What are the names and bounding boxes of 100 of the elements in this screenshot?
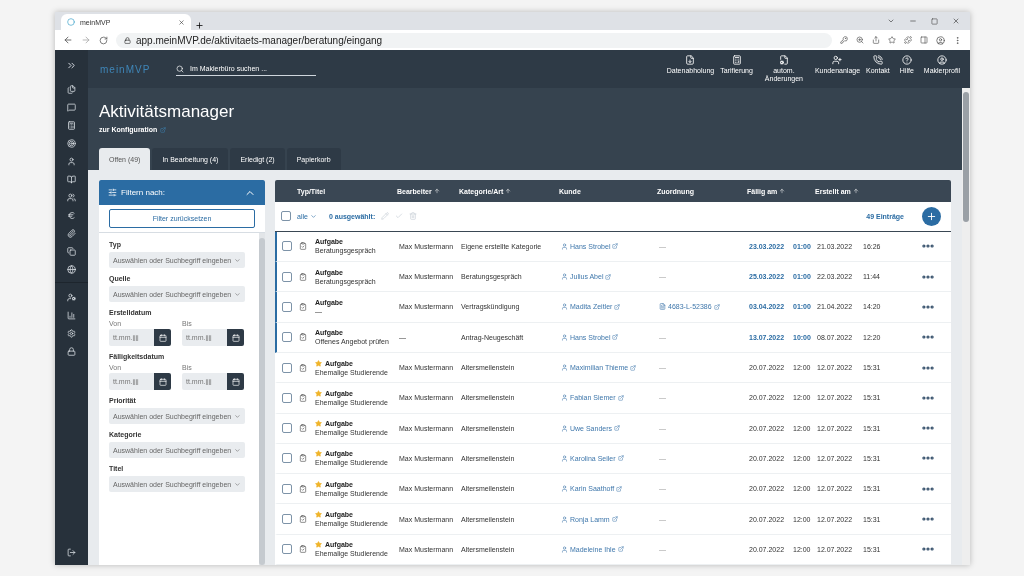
search-icon	[176, 64, 184, 73]
add-button[interactable]	[922, 206, 941, 226]
person-icon	[561, 333, 568, 341]
book-icon[interactable]	[67, 175, 76, 184]
external-link-icon	[614, 425, 621, 432]
external-link-icon	[612, 334, 619, 341]
tab-list-icon[interactable]	[887, 17, 895, 25]
key-icon[interactable]	[840, 36, 848, 44]
checkbox[interactable]	[282, 271, 292, 282]
calculator-icon	[731, 55, 742, 66]
documents-icon[interactable]	[67, 85, 76, 94]
calculator-icon[interactable]	[67, 121, 76, 130]
external-link-icon	[630, 364, 637, 371]
person-icon	[561, 303, 568, 311]
user-icon[interactable]	[67, 157, 76, 166]
person-icon	[561, 394, 568, 402]
euro-icon[interactable]	[67, 211, 76, 220]
side-panel-icon[interactable]	[920, 36, 928, 44]
clipboard-icon	[299, 272, 307, 281]
person-icon	[561, 485, 568, 493]
chat-icon[interactable]	[67, 103, 76, 112]
checkbox[interactable]	[282, 514, 292, 525]
external-link-icon	[617, 394, 624, 401]
calendar-button[interactable]	[227, 329, 244, 346]
check-icon[interactable]	[395, 212, 404, 221]
checkbox[interactable]	[282, 332, 292, 343]
copy-icon[interactable]	[67, 247, 76, 256]
checkbox[interactable]	[282, 483, 292, 494]
person-icon	[561, 364, 568, 372]
help-icon	[901, 55, 912, 66]
caret-icon	[234, 412, 241, 420]
globe-icon[interactable]	[67, 265, 76, 274]
person-icon	[561, 515, 568, 523]
person-icon	[561, 424, 568, 432]
external-link-icon	[611, 516, 618, 523]
menu-icon[interactable]	[953, 35, 962, 45]
external-link-icon	[614, 303, 621, 310]
phone-icon	[872, 55, 883, 66]
external-link-icon	[616, 485, 623, 492]
address-field[interactable]: app.meinMVP.de/aktivitaets-manager/beratung/eingang	[116, 32, 832, 48]
calendar-icon	[158, 333, 167, 342]
back-icon[interactable]	[63, 35, 73, 45]
caret-icon	[234, 290, 241, 298]
filter-header[interactable]: Filtern nach:	[99, 180, 265, 205]
profile-icon[interactable]	[936, 35, 945, 45]
users-icon[interactable]	[67, 193, 76, 202]
checkbox[interactable]	[282, 392, 292, 403]
user-plus-icon	[832, 55, 843, 66]
user-settings-icon[interactable]	[67, 293, 76, 302]
checkbox[interactable]	[281, 211, 291, 222]
person-icon	[561, 242, 568, 250]
external-link-icon	[160, 126, 167, 133]
close-icon[interactable]	[178, 18, 185, 26]
person-icon	[561, 454, 568, 462]
close-icon[interactable]	[952, 17, 960, 25]
bookmark-icon[interactable]	[888, 36, 896, 44]
chart-icon[interactable]	[67, 311, 76, 320]
checkbox[interactable]	[282, 544, 292, 555]
target-icon[interactable]	[67, 139, 76, 148]
clipboard-icon	[299, 333, 307, 342]
clipboard-icon	[299, 363, 307, 372]
calendar-icon	[231, 333, 240, 342]
clipboard-icon	[299, 393, 307, 402]
external-link-icon	[617, 546, 624, 553]
calendar-button[interactable]	[154, 373, 171, 390]
external-link-icon	[617, 455, 624, 462]
expand-icon[interactable]	[66, 60, 77, 71]
user-circle-icon	[936, 55, 947, 66]
calendar-button[interactable]	[154, 329, 171, 346]
checkbox[interactable]	[282, 301, 292, 312]
checkbox[interactable]	[282, 241, 292, 252]
clipboard-icon	[299, 242, 307, 251]
download-icon	[685, 55, 696, 66]
checkbox[interactable]	[282, 423, 292, 434]
settings-icon[interactable]	[67, 329, 76, 338]
reload-icon[interactable]	[99, 35, 108, 45]
person-icon	[561, 545, 568, 553]
external-link-icon	[605, 273, 612, 280]
caret-icon	[234, 446, 241, 454]
caret-icon	[234, 256, 241, 264]
new-tab-icon[interactable]	[195, 21, 204, 30]
maximize-icon[interactable]	[931, 17, 938, 25]
calendar-button[interactable]	[227, 373, 244, 390]
clipboard-icon	[299, 545, 307, 554]
logo: meinMVP	[100, 63, 152, 75]
checkbox[interactable]	[282, 362, 292, 373]
extensions-icon[interactable]	[904, 36, 912, 44]
zoom-icon[interactable]	[856, 36, 864, 44]
site-icon	[67, 18, 75, 26]
sliders-icon	[108, 188, 117, 197]
share-icon[interactable]	[872, 36, 880, 44]
clipboard-icon	[299, 424, 307, 433]
file-settings-icon	[778, 55, 789, 66]
paperclip-icon[interactable]	[67, 229, 76, 238]
checkbox[interactable]	[282, 453, 292, 464]
clipboard-icon	[299, 302, 307, 311]
clipboard-icon	[299, 454, 307, 463]
external-link-icon	[612, 243, 619, 250]
logout-icon[interactable]	[67, 548, 76, 557]
lock-icon[interactable]	[67, 347, 76, 356]
